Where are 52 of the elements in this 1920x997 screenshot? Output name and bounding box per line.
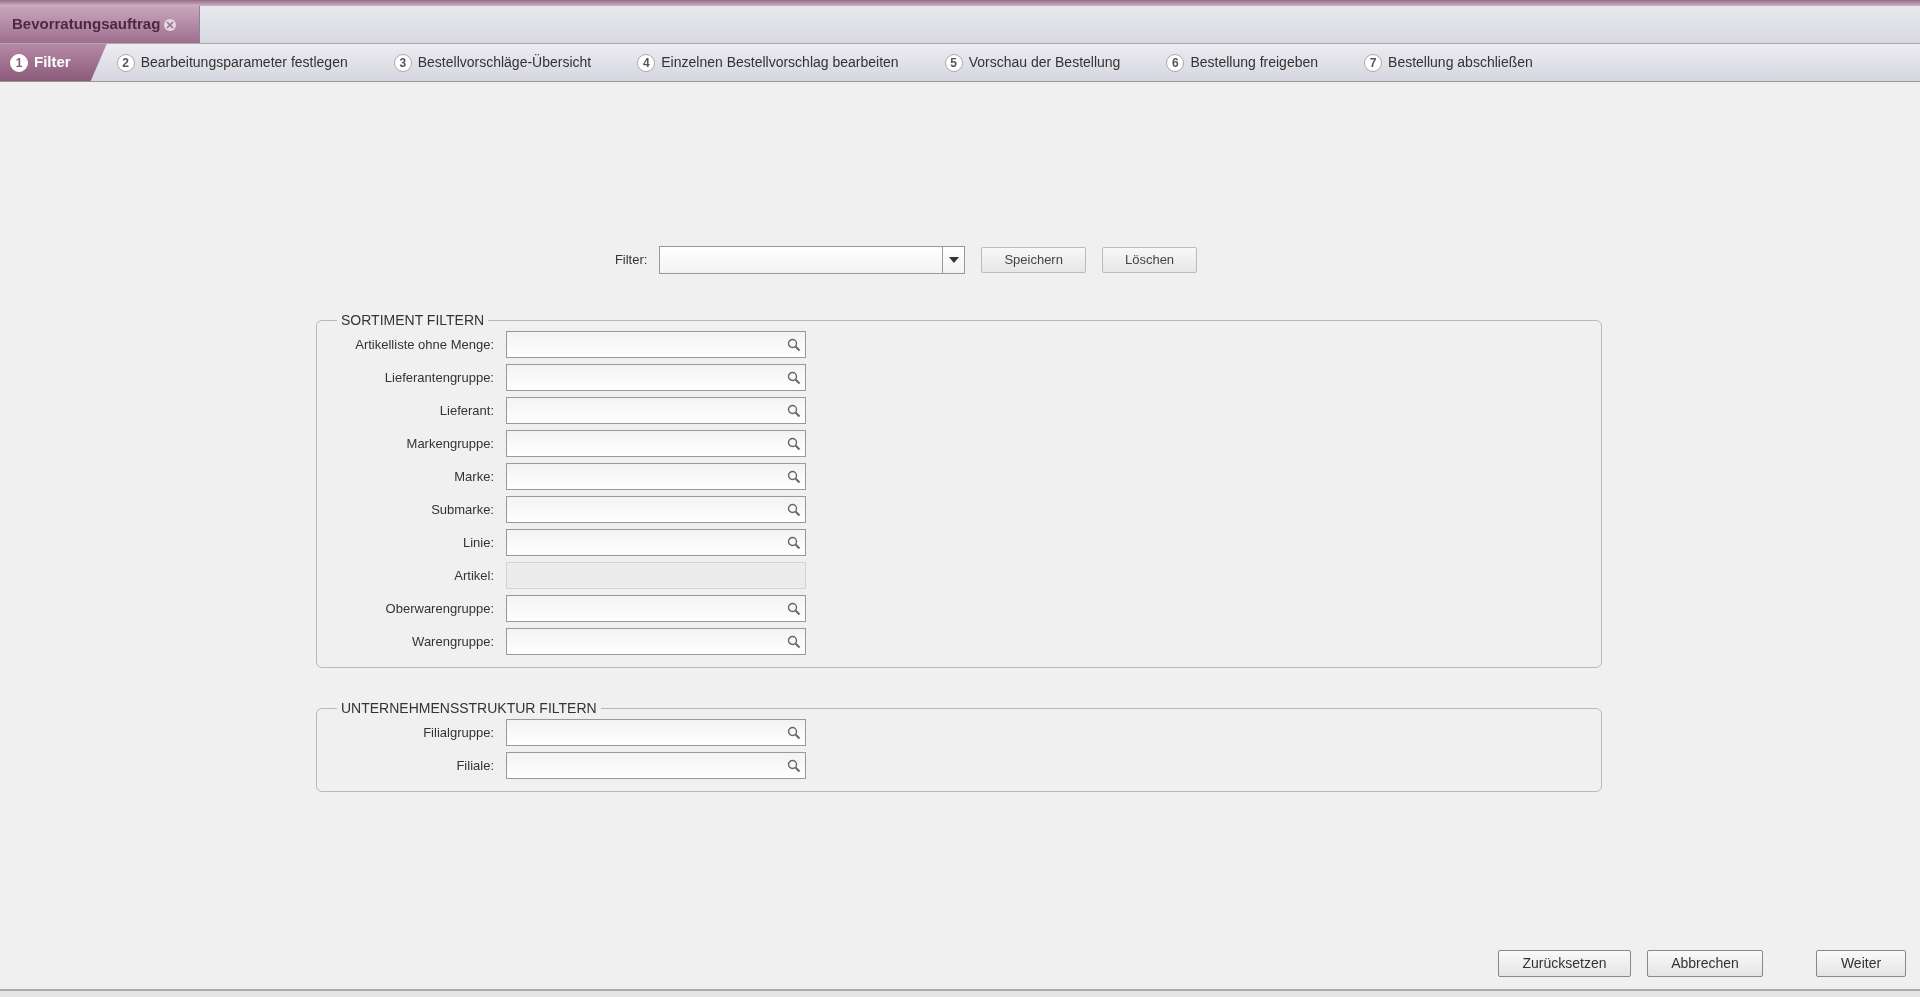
- input-field[interactable]: [506, 628, 806, 655]
- input-field[interactable]: [506, 430, 806, 457]
- search-icon[interactable]: [787, 601, 801, 616]
- field-label: Artikel:: [453, 566, 494, 585]
- toolbar-button[interactable]: Speichern: [981, 247, 1086, 273]
- search-icon[interactable]: [787, 337, 801, 352]
- input-field[interactable]: [506, 331, 806, 358]
- input-field[interactable]: [506, 595, 806, 622]
- field-label: Filialgruppe:: [422, 723, 494, 742]
- filter-label: Filter:: [614, 251, 648, 270]
- field-label: Lieferant:: [438, 401, 494, 420]
- step-tab[interactable]: 3 Bestellvorschläge-Übersicht: [383, 44, 628, 81]
- search-icon[interactable]: [787, 436, 801, 451]
- input-field[interactable]: [506, 364, 806, 391]
- step-tab[interactable]: 1 Filter: [0, 44, 107, 81]
- step-tab[interactable]: 7 Bestellung abschließen: [1354, 44, 1569, 81]
- field-label: Submarke:: [430, 500, 494, 519]
- close-icon[interactable]: [164, 18, 177, 31]
- input-field[interactable]: [506, 463, 806, 490]
- step-tab[interactable]: 6 Bestellung freigeben: [1156, 44, 1355, 81]
- input-field[interactable]: [506, 752, 806, 779]
- input-field[interactable]: [506, 397, 806, 424]
- field-label: Markengruppe:: [405, 434, 494, 453]
- input-field[interactable]: [506, 496, 806, 523]
- search-icon[interactable]: [787, 725, 801, 740]
- search-icon[interactable]: [787, 370, 801, 385]
- search-icon[interactable]: [787, 502, 801, 517]
- field-label: Warengruppe:: [411, 632, 494, 651]
- field-label: Marke:: [453, 467, 494, 486]
- field-label: Filiale:: [455, 756, 494, 775]
- group-title: SORTIMENT FILTERN: [340, 311, 486, 330]
- input-field[interactable]: [506, 529, 806, 556]
- field-label: Linie:: [461, 533, 494, 552]
- search-icon[interactable]: [787, 535, 801, 550]
- field-label: Lieferantengruppe:: [383, 368, 494, 387]
- step-tab[interactable]: 5 Vorschau der Bestellung: [934, 44, 1157, 81]
- search-icon[interactable]: [787, 469, 801, 484]
- footer-button[interactable]: Zurücksetzen: [1498, 950, 1631, 977]
- group-title: UNTERNEHMENSSTRUKTUR FILTERN: [340, 699, 598, 718]
- caret-icon[interactable]: [948, 257, 959, 263]
- field-label: Artikelliste ohne Menge:: [354, 335, 494, 354]
- field-label: Oberwarengruppe:: [384, 599, 494, 618]
- search-icon[interactable]: [787, 634, 801, 649]
- footer-button[interactable]: Abbrechen: [1647, 950, 1763, 977]
- footer-button[interactable]: Weiter: [1816, 950, 1906, 977]
- search-icon[interactable]: [787, 403, 801, 418]
- step-tab[interactable]: 2 Bearbeitungsparameter festlegen: [106, 44, 384, 81]
- input-field[interactable]: [506, 719, 806, 746]
- document-tab[interactable]: Bevorratungsauftrag: [0, 6, 200, 43]
- search-icon[interactable]: [787, 758, 801, 773]
- toolbar-button[interactable]: Löschen: [1101, 247, 1198, 273]
- step-tab[interactable]: 4 Einzelnen Bestellvorschlag bearbeiten: [627, 44, 935, 81]
